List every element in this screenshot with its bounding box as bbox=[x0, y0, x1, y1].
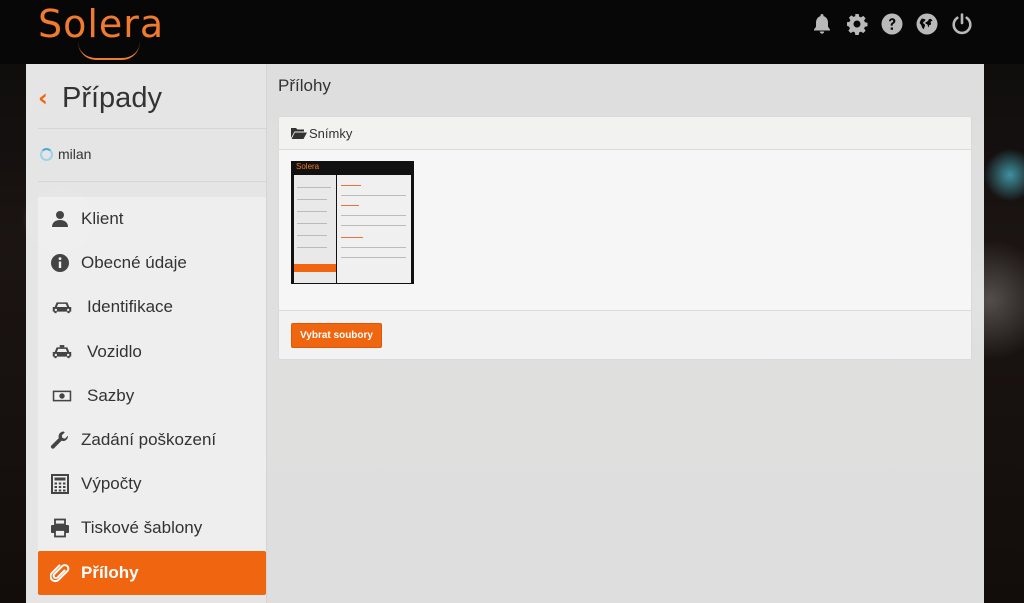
thumbnail-main bbox=[337, 175, 411, 283]
user-row: milan bbox=[40, 146, 91, 162]
sidebar-item-obecne-udaje[interactable]: Obecné údaje bbox=[38, 241, 266, 285]
paperclip-icon bbox=[49, 562, 71, 584]
sidebar-item-prilohy[interactable]: Přílohy bbox=[38, 550, 266, 595]
help-icon[interactable] bbox=[880, 12, 904, 36]
calculator-icon bbox=[49, 473, 71, 495]
car-icon bbox=[49, 296, 75, 318]
money-icon bbox=[49, 385, 75, 407]
sidebar: ‹ Případy milan Klient Obecné údaje Iden… bbox=[26, 64, 267, 603]
thumbnail-line bbox=[297, 223, 327, 224]
page-title: Přílohy bbox=[278, 76, 331, 95]
main-panel: ‹ Případy milan Klient Obecné údaje Iden… bbox=[26, 64, 984, 603]
sidebar-item-label: Zadání poškození bbox=[81, 430, 217, 450]
loading-spinner-icon bbox=[40, 147, 53, 161]
print-icon bbox=[49, 517, 71, 539]
card-body: Solera bbox=[279, 150, 971, 311]
solera-logo[interactable]: Solera bbox=[38, 2, 163, 60]
taxi-icon bbox=[49, 341, 75, 363]
thumbnail-logo: Solera bbox=[296, 162, 320, 171]
sidebar-item-vozidlo[interactable]: Vozidlo bbox=[38, 330, 266, 374]
sidebar-item-label: Klient bbox=[81, 209, 124, 229]
logo-arc bbox=[78, 42, 140, 60]
sidebar-item-label: Obecné údaje bbox=[81, 253, 187, 273]
logo-text: Solera bbox=[38, 2, 165, 46]
thumbnail-line bbox=[341, 205, 359, 206]
user-name: milan bbox=[58, 146, 92, 162]
card-header: Snímky bbox=[279, 117, 971, 150]
bell-icon[interactable] bbox=[810, 12, 834, 36]
attachment-thumbnail[interactable]: Solera bbox=[291, 161, 414, 284]
thumbnail-line bbox=[341, 257, 406, 258]
sidebar-item-zadani-poskozeni[interactable]: Zadání poškození bbox=[38, 418, 266, 462]
thumbnail-line bbox=[341, 195, 406, 196]
divider bbox=[38, 128, 266, 129]
power-icon[interactable] bbox=[950, 12, 974, 36]
thumbnail-line bbox=[341, 215, 406, 216]
top-bar: Solera bbox=[0, 0, 1024, 64]
info-icon bbox=[49, 252, 71, 274]
divider bbox=[38, 181, 266, 182]
sidebar-item-label: Vozidlo bbox=[87, 341, 142, 361]
select-files-button[interactable]: Vybrat soubory bbox=[291, 322, 382, 348]
sidebar-item-label: Přílohy bbox=[81, 562, 139, 582]
thumbnail-line bbox=[341, 185, 361, 186]
gear-icon[interactable] bbox=[845, 12, 869, 36]
sidebar-item-label: Tiskové šablony bbox=[81, 518, 203, 538]
sidebar-item-label: Výpočty bbox=[81, 474, 142, 494]
thumbnail-line bbox=[297, 187, 331, 188]
thumbnail-line bbox=[297, 199, 327, 200]
thumbnail-line bbox=[297, 247, 327, 248]
thumbnail-line bbox=[341, 237, 363, 238]
header-actions bbox=[810, 12, 974, 36]
thumbnail-line bbox=[297, 235, 327, 236]
attachments-card: Snímky Solera Vybrat soubory bbox=[278, 116, 972, 360]
thumbnail-line bbox=[297, 211, 327, 212]
globe-icon[interactable] bbox=[915, 12, 939, 36]
sidebar-item-label: Sazby bbox=[87, 385, 135, 405]
user-icon bbox=[49, 208, 71, 230]
sidebar-item-label: Identifikace bbox=[87, 297, 173, 317]
sidebar-item-tiskove-sablony[interactable]: Tiskové šablony bbox=[38, 506, 266, 550]
sidebar-item-identifikace[interactable]: Identifikace bbox=[38, 285, 266, 329]
sidebar-item-klient[interactable]: Klient bbox=[38, 197, 266, 241]
card-footer: Vybrat soubory bbox=[279, 311, 971, 359]
folder-open-icon bbox=[291, 128, 307, 139]
sidebar-nav: Klient Obecné údaje Identifikace Vozidlo bbox=[38, 197, 266, 595]
thumbnail-line bbox=[341, 225, 406, 226]
sidebar-item-vypocty[interactable]: Výpočty bbox=[38, 462, 266, 506]
wrench-icon bbox=[49, 429, 71, 451]
sidebar-item-sazby[interactable]: Sazby bbox=[38, 374, 266, 418]
thumbnail-active-item bbox=[294, 264, 336, 272]
section-header: ‹ Případy bbox=[38, 78, 162, 118]
section-title: Případy bbox=[62, 81, 162, 114]
card-header-label: Snímky bbox=[309, 125, 353, 141]
chevron-left-icon[interactable]: ‹ bbox=[38, 84, 56, 112]
thumbnail-line bbox=[341, 247, 406, 248]
